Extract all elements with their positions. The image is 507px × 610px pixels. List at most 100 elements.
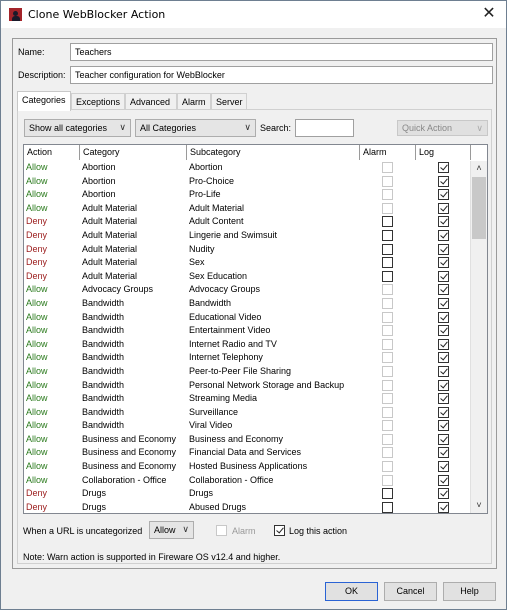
table-row[interactable]: Deny Adult Material Sex Education: [24, 270, 471, 284]
row-alarm-checkbox[interactable]: [382, 474, 393, 486]
row-alarm-checkbox[interactable]: [382, 447, 393, 459]
row-log-checkbox[interactable]: [438, 420, 449, 432]
table-row[interactable]: Allow Bandwidth Bandwidth: [24, 297, 471, 311]
table-row[interactable]: Allow Bandwidth Streaming Media: [24, 392, 471, 406]
scroll-thumb[interactable]: [472, 177, 486, 239]
help-button[interactable]: Help: [443, 582, 496, 601]
row-log-checkbox[interactable]: [438, 365, 449, 377]
column-header-alarm[interactable]: Alarm: [360, 145, 416, 160]
row-alarm-checkbox[interactable]: [382, 461, 393, 473]
row-alarm-checkbox[interactable]: [382, 406, 393, 418]
column-header-log[interactable]: Log: [416, 145, 471, 160]
log-this-action-checkbox[interactable]: [274, 525, 285, 536]
table-row[interactable]: Allow Abortion Abortion: [24, 161, 471, 175]
row-alarm-checkbox[interactable]: [382, 216, 393, 228]
column-header-action[interactable]: Action: [24, 145, 80, 160]
table-scrollbar[interactable]: ˄ ˅: [470, 161, 487, 513]
row-log-checkbox[interactable]: [438, 229, 449, 241]
table-row[interactable]: Allow Advocacy Groups Advocacy Groups: [24, 283, 471, 297]
quick-action-select[interactable]: Quick Action ∨: [397, 120, 488, 136]
row-log-checkbox[interactable]: [438, 284, 449, 296]
row-alarm-checkbox[interactable]: [382, 379, 393, 391]
row-alarm-checkbox[interactable]: [382, 243, 393, 255]
scroll-up-icon[interactable]: ˄: [471, 161, 487, 176]
table-row[interactable]: Allow Business and Economy Hosted Business…: [24, 460, 471, 474]
row-log-checkbox[interactable]: [438, 488, 449, 500]
row-alarm-checkbox[interactable]: [382, 202, 393, 214]
table-row[interactable]: Allow Adult Material Adult Material: [24, 202, 471, 216]
row-alarm-checkbox[interactable]: [382, 488, 393, 500]
row-alarm-checkbox[interactable]: [382, 501, 393, 513]
row-log-checkbox[interactable]: [438, 216, 449, 228]
row-alarm-checkbox[interactable]: [382, 175, 393, 187]
table-row[interactable]: Allow Collaboration - Office Collaboration…: [24, 474, 471, 488]
row-log-checkbox[interactable]: [438, 379, 449, 391]
row-log-checkbox[interactable]: [438, 202, 449, 214]
table-row[interactable]: Allow Bandwidth Personal Network Storage a…: [24, 379, 471, 393]
row-log-checkbox[interactable]: [438, 352, 449, 364]
search-input[interactable]: [295, 119, 354, 137]
row-alarm-checkbox[interactable]: [382, 162, 393, 173]
row-log-checkbox[interactable]: [438, 393, 449, 405]
row-log-checkbox[interactable]: [438, 270, 449, 282]
tab-alarm[interactable]: Alarm: [177, 93, 211, 110]
cancel-button[interactable]: Cancel: [384, 582, 437, 601]
show-categories-select[interactable]: Show all categories ∨: [24, 119, 131, 137]
table-row[interactable]: Deny Adult Material Lingerie and Swimsuit: [24, 229, 471, 243]
row-alarm-checkbox[interactable]: [382, 284, 393, 296]
table-row[interactable]: Allow Bandwidth Educational Video: [24, 311, 471, 325]
table-row[interactable]: Allow Business and Economy Financial Data …: [24, 446, 471, 460]
row-log-checkbox[interactable]: [438, 189, 449, 201]
table-row[interactable]: Allow Bandwidth Internet Telephony: [24, 351, 471, 365]
row-log-checkbox[interactable]: [438, 325, 449, 337]
row-log-checkbox[interactable]: [438, 257, 449, 269]
table-row[interactable]: Allow Abortion Pro-Life: [24, 188, 471, 202]
row-log-checkbox[interactable]: [438, 406, 449, 418]
table-row[interactable]: Deny Adult Material Nudity: [24, 243, 471, 257]
table-row[interactable]: Deny Adult Material Sex: [24, 256, 471, 270]
row-log-checkbox[interactable]: [438, 243, 449, 255]
row-alarm-checkbox[interactable]: [382, 297, 393, 309]
row-alarm-checkbox[interactable]: [382, 257, 393, 269]
row-log-checkbox[interactable]: [438, 338, 449, 350]
column-header-category[interactable]: Category: [80, 145, 187, 160]
row-alarm-checkbox[interactable]: [382, 325, 393, 337]
tab-exceptions[interactable]: Exceptions: [71, 93, 125, 110]
tab-advanced[interactable]: Advanced: [125, 93, 177, 110]
table-row[interactable]: Allow Bandwidth Peer-to-Peer File Sharing: [24, 365, 471, 379]
row-alarm-checkbox[interactable]: [382, 365, 393, 377]
row-alarm-checkbox[interactable]: [382, 352, 393, 364]
uncategorized-alarm-checkbox[interactable]: [216, 525, 227, 536]
table-row[interactable]: Allow Bandwidth Internet Radio and TV: [24, 338, 471, 352]
scroll-down-icon[interactable]: ˅: [471, 498, 487, 513]
table-row[interactable]: Allow Business and Economy Business and Ec…: [24, 433, 471, 447]
table-row[interactable]: Allow Bandwidth Viral Video: [24, 419, 471, 433]
table-row[interactable]: Allow Bandwidth Surveillance: [24, 406, 471, 420]
category-filter-select[interactable]: All Categories ∨: [135, 119, 256, 137]
tab-server[interactable]: Server: [211, 93, 247, 110]
row-alarm-checkbox[interactable]: [382, 338, 393, 350]
table-row[interactable]: Allow Bandwidth Entertainment Video: [24, 324, 471, 338]
row-alarm-checkbox[interactable]: [382, 420, 393, 432]
row-log-checkbox[interactable]: [438, 501, 449, 513]
row-alarm-checkbox[interactable]: [382, 433, 393, 445]
row-log-checkbox[interactable]: [438, 474, 449, 486]
close-icon[interactable]: ✕: [480, 5, 498, 23]
row-alarm-checkbox[interactable]: [382, 270, 393, 282]
table-row[interactable]: Deny Drugs Abused Drugs: [24, 501, 471, 513]
row-log-checkbox[interactable]: [438, 461, 449, 473]
row-alarm-checkbox[interactable]: [382, 311, 393, 323]
row-log-checkbox[interactable]: [438, 447, 449, 459]
row-log-checkbox[interactable]: [438, 175, 449, 187]
row-log-checkbox[interactable]: [438, 433, 449, 445]
table-row[interactable]: Deny Drugs Drugs: [24, 487, 471, 501]
row-log-checkbox[interactable]: [438, 162, 449, 173]
name-input[interactable]: [70, 43, 493, 61]
row-alarm-checkbox[interactable]: [382, 189, 393, 201]
ok-button[interactable]: OK: [325, 582, 378, 601]
row-alarm-checkbox[interactable]: [382, 229, 393, 241]
tab-categories[interactable]: Categories: [17, 91, 71, 111]
description-input[interactable]: [70, 66, 493, 84]
table-row[interactable]: Deny Adult Material Adult Content: [24, 215, 471, 229]
table-row[interactable]: Allow Abortion Pro-Choice: [24, 175, 471, 189]
